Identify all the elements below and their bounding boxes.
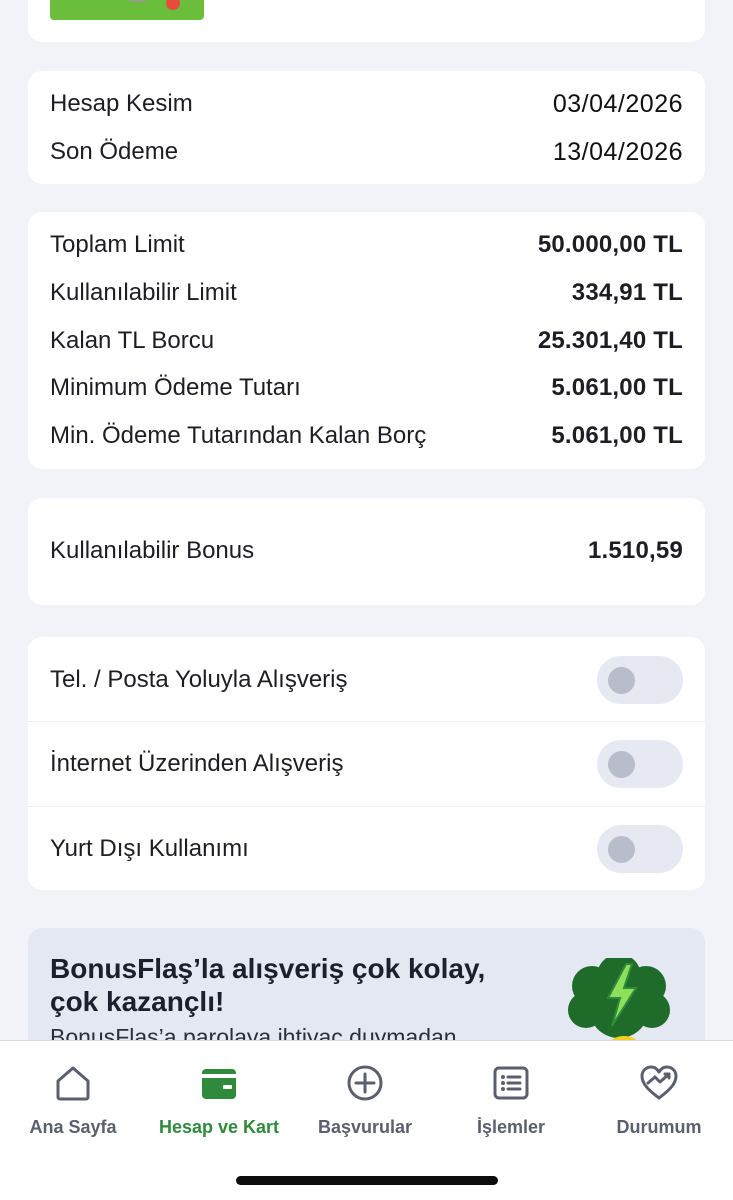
- total-limit-value: 50.000,00 TL: [537, 231, 683, 258]
- due-date-value: 13/04/2026: [552, 137, 683, 166]
- tab-transactions-label: İşlemler: [476, 1117, 546, 1137]
- tab-status-label: Durumum: [616, 1117, 702, 1137]
- statement-date-value: 03/04/2026: [552, 89, 683, 118]
- minimum-payment-label: Minimum Ödeme Tutarı: [50, 374, 301, 401]
- bonus-row: Kullanılabilir Bonus 1.510,59: [50, 536, 683, 566]
- bonus-value: 1.510,59: [587, 537, 683, 564]
- min-payment-remaining-row: Min. Ödeme Tutarından Kalan Borç 5.061,0…: [50, 421, 683, 451]
- card-summary[interactable]: [28, 0, 705, 42]
- plus-circle-icon: [292, 1061, 438, 1105]
- minimum-payment-value: 5.061,00 TL: [551, 374, 683, 401]
- remaining-debt-value: 25.301,40 TL: [537, 327, 683, 354]
- min-payment-remaining-label: Min. Ödeme Tutarından Kalan Borç: [50, 422, 427, 449]
- tab-account-card[interactable]: Hesap ve Kart: [146, 1061, 292, 1138]
- internet-shopping-label: İnternet Üzerinden Alışveriş: [50, 750, 344, 777]
- promo-title: BonusFlaş’la alışveriş çok kolay, çok ka…: [50, 953, 486, 1017]
- remaining-debt-row: Kalan TL Borcu 25.301,40 TL: [50, 326, 683, 356]
- mail-order-label: Tel. / Posta Yoluyla Alışveriş: [50, 665, 348, 693]
- tab-home[interactable]: Ana Sayfa: [0, 1061, 146, 1138]
- toggle-knob: [608, 666, 635, 694]
- tab-account-card-label: Hesap ve Kart: [158, 1117, 280, 1137]
- tab-status[interactable]: Durumum: [586, 1061, 732, 1138]
- bonus-label: Kullanılabilir Bonus: [50, 537, 255, 564]
- available-limit-row: Kullanılabilir Limit 334,91 TL: [50, 278, 683, 308]
- tab-transactions[interactable]: İşlemler: [438, 1061, 584, 1138]
- bonus-card: Kullanılabilir Bonus 1.510,59: [28, 498, 705, 605]
- internet-shopping-toggle[interactable]: [597, 740, 683, 788]
- list-icon: [438, 1061, 584, 1105]
- home-icon: [0, 1061, 146, 1105]
- abroad-usage-toggle-row: Yurt Dışı Kullanımı: [28, 806, 705, 891]
- total-limit-row: Toplam Limit 50.000,00 TL: [50, 230, 683, 260]
- statement-date-label: Hesap Kesim: [50, 90, 193, 117]
- available-limit-value: 334,91 TL: [571, 279, 683, 306]
- bonus-mascot-icon: [564, 954, 674, 1053]
- toggle-knob: [608, 836, 635, 863]
- credit-card-image: [50, 0, 204, 20]
- mail-order-toggle[interactable]: [597, 655, 683, 704]
- min-payment-remaining-value: 5.061,00 TL: [551, 422, 683, 449]
- toggle-knob: [608, 751, 635, 778]
- tab-applications-label: Başvurular: [317, 1117, 413, 1137]
- minimum-payment-row: Minimum Ödeme Tutarı 5.061,00 TL: [50, 373, 683, 403]
- tab-applications[interactable]: Başvurular: [292, 1061, 438, 1138]
- available-limit-label: Kullanılabilir Limit: [50, 279, 237, 306]
- due-date-row: Son Ödeme 13/04/2026: [50, 137, 683, 167]
- statement-date-row: Hesap Kesim 03/04/2026: [50, 89, 683, 119]
- abroad-usage-label: Yurt Dışı Kullanımı: [50, 835, 249, 862]
- heart-chart-icon: [586, 1061, 732, 1105]
- tab-home-label: Ana Sayfa: [29, 1117, 117, 1137]
- wallet-icon: [146, 1061, 292, 1105]
- mail-order-toggle-row: Tel. / Posta Yoluyla Alışveriş: [28, 637, 705, 722]
- abroad-usage-toggle[interactable]: [597, 825, 683, 873]
- due-date-label: Son Ödeme: [50, 138, 179, 165]
- total-limit-label: Toplam Limit: [50, 231, 185, 258]
- home-indicator: [236, 1176, 498, 1185]
- internet-shopping-toggle-row: İnternet Üzerinden Alışveriş: [28, 721, 705, 806]
- limits-card: Toplam Limit 50.000,00 TL Kullanılabilir…: [28, 212, 705, 469]
- statement-dates-card: Hesap Kesim 03/04/2026 Son Ödeme 13/04/2…: [28, 71, 705, 184]
- usage-settings-card: Tel. / Posta Yoluyla Alışveriş İnternet …: [28, 637, 705, 890]
- remaining-debt-label: Kalan TL Borcu: [50, 327, 215, 354]
